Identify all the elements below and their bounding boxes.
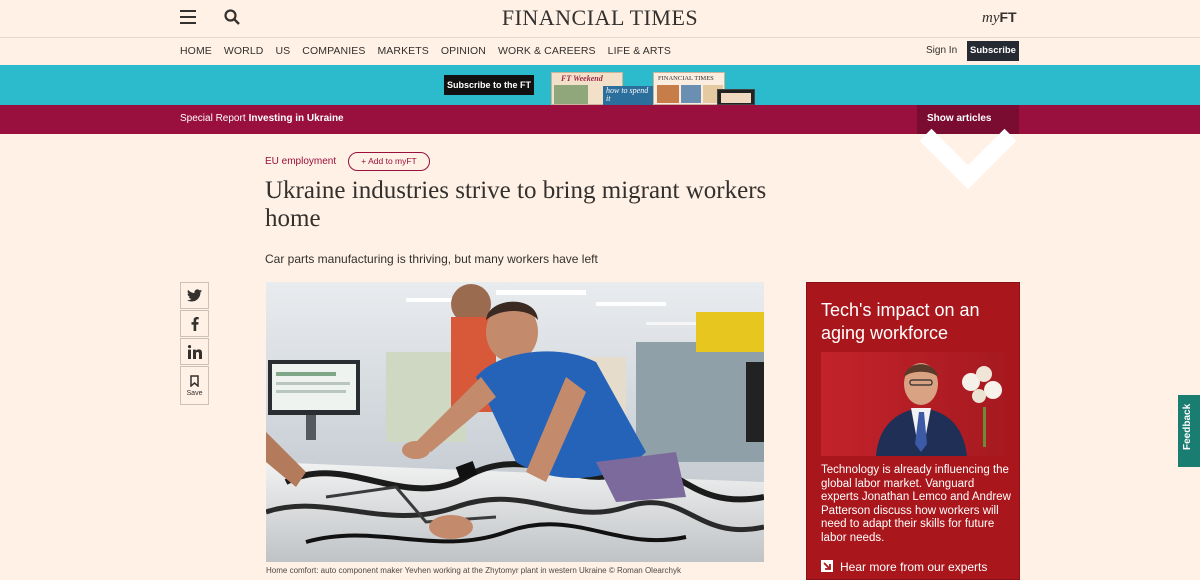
nav-item-markets[interactable]: MARKETS [377,45,428,57]
article-main-image [266,282,764,562]
special-report-bar: Special Report Investing in Ukraine Show … [0,105,1200,190]
facebook-icon [191,316,199,331]
add-to-myft-button[interactable]: + Add to myFT [348,152,430,171]
bookmark-icon [190,374,199,387]
nav-item-opinion[interactable]: OPINION [441,45,486,57]
show-articles-button[interactable]: Show articles [917,105,1019,190]
external-link-icon [821,560,833,572]
share-linkedin-button[interactable] [180,338,209,365]
feedback-tab[interactable]: Feedback [1178,395,1200,467]
top-header: FINANCIAL TIMES myFT [0,0,1200,38]
share-twitter-button[interactable] [180,282,209,309]
nav-item-companies[interactable]: COMPANIES [302,45,365,57]
share-facebook-button[interactable] [180,310,209,337]
sponsored-ad[interactable]: Tech's impact on an aging workforce Tech… [806,282,1020,580]
subscription-banner: Subscribe to the FT FT Weekend how to sp… [0,65,1200,105]
search-icon[interactable] [224,9,240,25]
nav-item-work-careers[interactable]: WORK & CAREERS [498,45,596,57]
ft-weekend-label: FT Weekend [561,74,603,83]
ft-newspaper-label: FINANCIAL TIMES [658,75,714,82]
ft-newspaper-cover: FINANCIAL TIMES [653,72,725,105]
show-articles-label: Show articles [927,113,992,124]
special-report-prefix: Special Report [180,113,246,124]
save-article-button[interactable]: Save [180,366,209,405]
nav-item-world[interactable]: WORLD [224,45,264,57]
subscribe-to-ft-button[interactable]: Subscribe to the FT [444,75,534,95]
myft-logo[interactable]: myFT [982,9,1017,27]
nav-item-home[interactable]: HOME [180,45,212,57]
hamburger-menu-icon[interactable] [180,10,196,24]
ad-title: Tech's impact on an aging workforce [821,300,980,343]
special-report-name: Investing in Ukraine [248,113,344,124]
ad-speaker-photo [821,352,1005,456]
ft-logo[interactable]: FINANCIAL TIMES [502,5,698,30]
sign-in-link[interactable]: Sign In [926,45,957,56]
device-image [717,89,755,105]
save-label: Save [186,389,203,397]
main-nav: HOME WORLD US COMPANIES MARKETS OPINION … [0,38,1200,65]
special-report-title[interactable]: Special Report Investing in Ukraine [180,113,344,124]
article-headline: Ukraine industries strive to bring migra… [265,177,767,232]
ad-cta-label: Hear more from our experts [840,560,988,574]
nav-item-us[interactable]: US [276,45,291,57]
topic-link[interactable]: EU employment [265,156,336,167]
nav-item-life-arts[interactable]: LIFE & ARTS [608,45,671,57]
myft-suffix: FT [999,9,1017,25]
image-caption: Home comfort: auto component maker Yevhe… [266,566,681,575]
subscribe-button[interactable]: Subscribe [967,41,1019,61]
how-to-spend-it-cover: how to spend it [603,86,653,105]
article-standfirst: Car parts manufacturing is thriving, but… [265,252,598,266]
ad-cta-link[interactable]: Hear more from our experts [821,560,987,574]
linkedin-icon [187,344,202,359]
twitter-icon [187,289,202,302]
factory-workers-photo [266,282,764,562]
ad-body-text: Technology is already influencing the gl… [821,464,1011,544]
nav-items: HOME WORLD US COMPANIES MARKETS OPINION … [180,45,671,57]
feedback-label: Feedback [1182,403,1193,450]
promo-publications-image[interactable]: FT Weekend how to spend it FINANCIAL TIM… [551,72,756,105]
add-to-myft-label: Add to myFT [368,156,417,166]
share-toolbar: Save [180,282,209,406]
myft-prefix: my [982,10,1000,26]
